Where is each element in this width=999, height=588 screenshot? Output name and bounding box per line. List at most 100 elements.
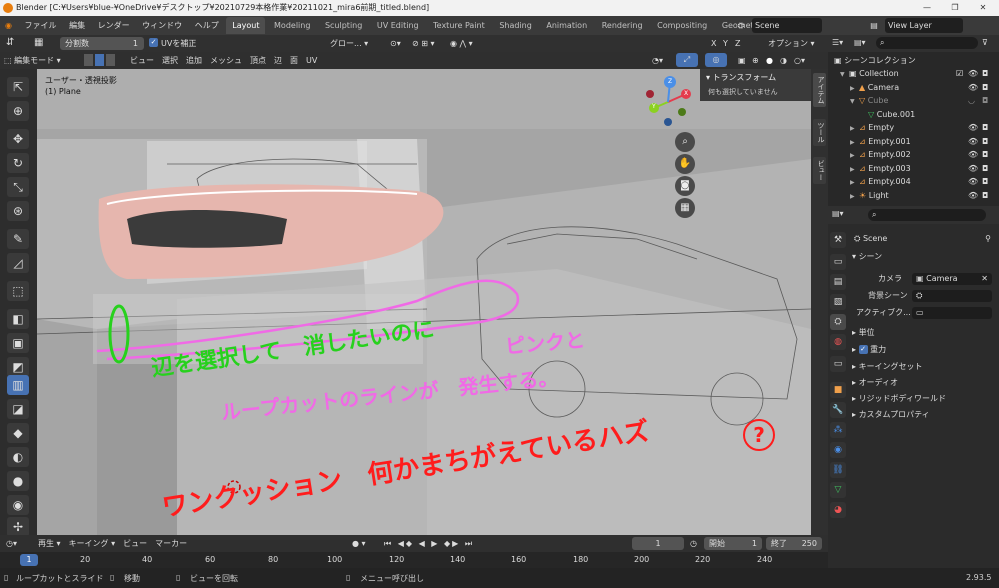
view-layer-selector[interactable]: View Layer [885,18,963,33]
camera-restrict-icon[interactable]: ◘ [982,94,988,108]
transform-orientation-dropdown[interactable]: グロー... ▾ [330,37,368,50]
loop-cut-tool-icon[interactable]: ⇵ [6,37,14,48]
audio-panel-header[interactable]: ▸ オーディオ [848,376,999,390]
ruler-frame-1[interactable]: 1 [20,554,38,566]
vertex-select-icon[interactable] [84,54,93,66]
eye-icon[interactable]: 👁 [968,67,978,81]
menu-uv[interactable]: UV [302,54,321,67]
select-box-icon[interactable]: ⇱ [7,77,29,97]
clear-icon[interactable]: ✕ [981,273,988,285]
gravity-checkbox[interactable]: ✓ [858,345,868,354]
scale-icon[interactable]: ⤡ [7,177,29,197]
smooth-icon[interactable]: ● [7,471,29,491]
camera-restrict-icon[interactable]: ◘ [982,148,988,162]
camera-view-icon[interactable]: ◙ [675,176,695,196]
particles-properties-icon[interactable]: ⁂ [830,422,846,438]
minimize-button[interactable]: — [918,0,936,16]
shrink-fatten-icon[interactable]: ◉ [7,495,29,515]
tab-modeling[interactable]: Modeling [268,17,316,34]
filter-icon[interactable]: ⊽ [982,38,988,47]
tab-tool[interactable]: ツール [813,119,826,146]
constraints-properties-icon[interactable]: ⛓ [830,462,846,478]
poly-build-icon[interactable]: ◆ [7,423,29,443]
menu-timeline-view[interactable]: ビュー [119,537,151,550]
inset-icon[interactable]: ▣ [7,333,29,353]
visibility-icon[interactable]: ◔▾ [652,54,663,67]
view-layer-icon[interactable]: ▤ [866,18,882,33]
eye-icon[interactable]: 👁 [968,121,978,135]
start-frame-field[interactable]: 開始 1 [704,537,762,550]
menu-edge[interactable]: 辺 [270,54,286,67]
record-button[interactable]: ● ▾ [352,537,366,550]
overlay-toggle-icon[interactable]: ◎ [705,53,727,67]
menu-render[interactable]: レンダー [93,16,135,35]
cursor-icon[interactable]: ⊕ [7,101,29,121]
mirror-x-toggle[interactable]: X [711,37,716,50]
tool-properties-icon[interactable]: ⚒ [830,232,846,248]
outliner-row-empty-004[interactable]: ▶ ⊿ Empty.004 👁 ◘ [828,175,999,189]
outliner-search-input[interactable]: ⌕ [876,37,978,49]
proportional-edit-icon[interactable]: ◉ ⋀ ▾ [450,37,473,50]
maximize-button[interactable]: ❐ [946,0,964,16]
modifier-properties-icon[interactable]: 🔧 [830,402,846,418]
3d-viewport[interactable]: ユーザー・透視投影 (1) Plane 辺を選択して 消したいのに ピンクと ル… [37,69,811,535]
tab-compositing[interactable]: Compositing [651,17,713,34]
uv-correct-checkbox[interactable]: ✓ [149,38,158,47]
output-properties-icon[interactable]: ▤ [830,274,846,290]
object-properties-icon[interactable]: ■ [830,382,846,398]
menu-mesh[interactable]: メッシュ [206,54,246,67]
xray-icon[interactable]: ▣ [738,54,746,67]
menu-face[interactable]: 面 [286,54,302,67]
pan-hand-icon[interactable]: ✋ [675,154,695,174]
camera-restrict-icon[interactable]: ◘ [982,135,988,149]
eye-hidden-icon[interactable]: ◡ [968,94,975,108]
edit-mode-dropdown[interactable]: ⬚ 編集モード ▾ [4,54,61,67]
camera-restrict-icon[interactable]: ◘ [982,175,988,189]
material-properties-icon[interactable]: ◕ [830,502,846,518]
annotate-icon[interactable]: ✎ [7,229,29,249]
tab-item[interactable]: アイテム [813,73,826,107]
outliner-row-cube-001[interactable]: ▽ Cube.001 [828,108,999,122]
end-frame-field[interactable]: 終了 250 [766,537,822,550]
menu-help[interactable]: ヘルプ [190,16,224,35]
menu-window[interactable]: ウィンドウ [137,16,187,35]
playback-controls[interactable]: ⏮ ◀◆ ◀ ▶ ◆▶ ⏭ [384,537,474,550]
tab-rendering[interactable]: Rendering [596,17,649,34]
render-properties-icon[interactable]: ▭ [830,254,846,270]
outliner-row-empty-003[interactable]: ▶ ⊿ Empty.003 👁 ◘ [828,162,999,176]
extrude-icon[interactable]: ◧ [7,309,29,329]
number-of-cuts-field[interactable]: 分割数 1 [60,37,144,50]
eye-icon[interactable]: 👁 [968,81,978,95]
view-layer-properties-icon[interactable]: ▧ [830,294,846,310]
face-select-icon[interactable] [106,54,115,66]
timeline-editor-icon[interactable]: ◷▾ [6,537,17,550]
tab-texture-paint[interactable]: Texture Paint [427,17,491,34]
move-icon[interactable]: ✥ [7,129,29,149]
menu-view[interactable]: ビュー [126,54,158,67]
rigid-body-world-panel-header[interactable]: ▸ リジッドボディワールド [848,392,999,406]
menu-keying[interactable]: キーイング ▾ [65,537,120,550]
tab-animation[interactable]: Animation [540,17,593,34]
mesh-tool-icon[interactable]: ▦ [34,37,43,48]
menu-file[interactable]: ファイル [20,16,62,35]
spin-icon[interactable]: ◐ [7,447,29,467]
menu-vertex[interactable]: 頂点 [246,54,270,67]
gizmo-toggle-icon[interactable]: ⤢ [676,53,698,67]
pivot-point-icon[interactable]: ⊙▾ [390,37,401,50]
active-clip-field[interactable]: ▭ [912,307,992,319]
custom-properties-panel-header[interactable]: ▸ カスタムプロパティ [848,408,999,422]
outliner-row-empty-002[interactable]: ▶ ⊿ Empty.002 👁 ◘ [828,148,999,162]
edge-select-icon[interactable] [95,54,104,66]
display-mode-icon[interactable]: ▤▾ [854,38,866,47]
world-properties-icon[interactable]: ◍ [830,334,846,350]
mirror-z-toggle[interactable]: Z [735,37,740,50]
rotate-icon[interactable]: ↻ [7,153,29,173]
snap-icon[interactable]: ⊘ ⊞ ▾ [412,37,435,50]
eye-icon[interactable]: 👁 [968,175,978,189]
outliner-row-light[interactable]: ▶ ☀ Light 👁 ◘ [828,189,999,203]
mirror-y-toggle[interactable]: Y [723,37,728,50]
close-button[interactable]: ✕ [974,0,992,16]
bevel-icon[interactable]: ◩ [7,357,29,377]
tab-uv-editing[interactable]: UV Editing [371,17,425,34]
blender-menu-icon[interactable]: ◉ [0,16,17,35]
